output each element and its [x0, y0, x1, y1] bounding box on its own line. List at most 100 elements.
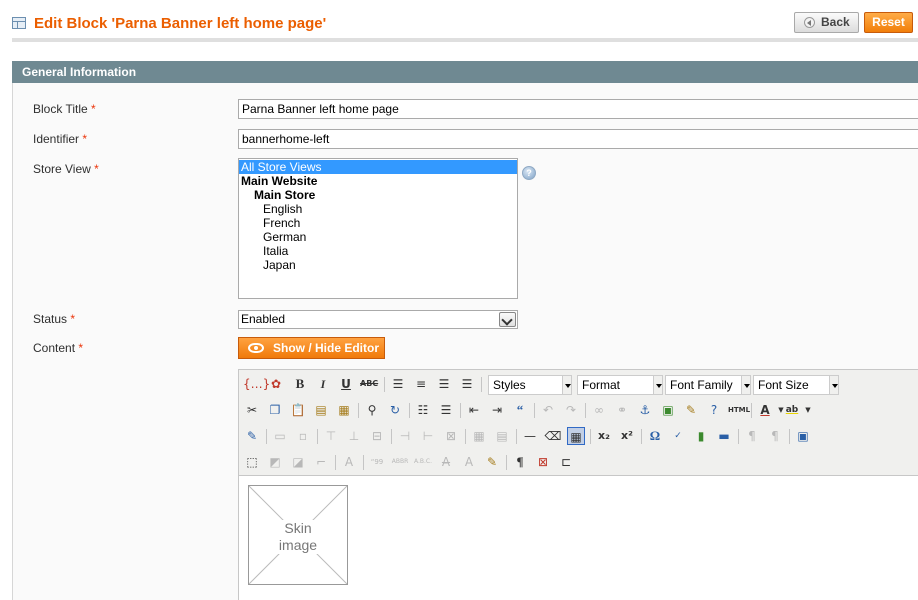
copy-icon[interactable]: ❐	[266, 401, 284, 419]
numbered-list-icon[interactable]: ☰	[437, 401, 455, 419]
special-char-icon[interactable]: Ω	[646, 427, 664, 445]
remove-format-icon[interactable]: ⌫	[544, 427, 562, 445]
align-left-icon[interactable]: ☰	[389, 375, 407, 393]
delete-col-icon[interactable]: ⊠	[442, 427, 460, 445]
store-option-japan[interactable]: Japan	[239, 258, 517, 272]
paste-word-icon[interactable]: ▦	[335, 401, 353, 419]
store-view-multiselect[interactable]: All Store Views Main Website Main Store …	[238, 158, 518, 299]
font-size-dropdown[interactable]: Font Size	[753, 375, 839, 395]
undo-icon[interactable]: ↶	[539, 401, 557, 419]
styles-props-icon[interactable]: A	[340, 453, 358, 471]
rtl-icon[interactable]: ¶	[766, 427, 784, 445]
toolbar-separator	[409, 403, 410, 418]
bold-icon[interactable]: B	[291, 375, 309, 393]
split-cells-icon[interactable]: ▦	[470, 427, 488, 445]
html-source-icon[interactable]: HTML	[728, 401, 750, 419]
image-icon[interactable]: ▣	[659, 401, 677, 419]
store-option-english[interactable]: English	[239, 202, 517, 216]
show-blocks-icon[interactable]: ¶	[511, 453, 529, 471]
store-option-italia[interactable]: Italia	[239, 244, 517, 258]
store-option-german[interactable]: German	[239, 230, 517, 244]
toolbar-separator	[506, 455, 507, 470]
reset-button[interactable]: Reset	[864, 12, 913, 33]
styles-dropdown-label: Styles	[493, 378, 526, 392]
identifier-input[interactable]	[238, 129, 918, 149]
editor-content-area[interactable]: Skin image	[239, 476, 918, 600]
paste-text-icon[interactable]: ▤	[312, 401, 330, 419]
cell-props-icon[interactable]: ▫	[294, 427, 312, 445]
table-props-icon[interactable]: ✎	[243, 427, 261, 445]
outdent-icon[interactable]: ⇤	[465, 401, 483, 419]
variable-icon[interactable]: ✿	[267, 375, 285, 393]
italic-icon[interactable]: I	[314, 375, 332, 393]
format-dropdown[interactable]: Format	[577, 375, 663, 395]
chevron-down-icon	[653, 376, 662, 394]
bullet-list-icon[interactable]: ☷	[414, 401, 432, 419]
del-icon[interactable]: A	[437, 453, 455, 471]
fullscreen-icon[interactable]: ▣	[794, 427, 812, 445]
visual-aid-icon[interactable]: ▦	[567, 427, 585, 445]
non-breaking-icon[interactable]: ⊠	[534, 453, 552, 471]
strikethrough-icon[interactable]: ABC	[360, 375, 378, 393]
acronym-icon[interactable]: A.B.C.	[414, 453, 432, 471]
block-title-input[interactable]	[238, 99, 918, 119]
redo-icon[interactable]: ↷	[562, 401, 580, 419]
subscript-icon[interactable]: x₂	[595, 427, 613, 445]
row-props-icon[interactable]: ▭	[271, 427, 289, 445]
font-family-dropdown[interactable]: Font Family	[665, 375, 751, 395]
replace-icon[interactable]: ↻	[386, 401, 404, 419]
media-icon[interactable]: ▮	[692, 427, 710, 445]
underline-icon[interactable]: U	[337, 375, 355, 393]
insert-col-after-icon[interactable]: ⊢	[419, 427, 437, 445]
skin-image-placeholder[interactable]: Skin image	[248, 485, 348, 585]
insert-layer-box-icon[interactable]: ⬚	[243, 453, 261, 471]
align-justify-icon[interactable]: ☰	[458, 375, 476, 393]
delete-row-icon[interactable]: ⊟	[368, 427, 386, 445]
store-option-french[interactable]: French	[239, 216, 517, 230]
insert-col-before-icon[interactable]: ⊣	[396, 427, 414, 445]
toolbar-separator	[363, 455, 364, 470]
page-title: Edit Block 'Parna Banner left home page'	[34, 15, 327, 32]
ins-icon[interactable]: A	[460, 453, 478, 471]
insert-row-after-icon[interactable]: ⊥	[345, 427, 363, 445]
anchor-icon[interactable]: ⚓	[636, 401, 654, 419]
unlink-icon[interactable]: ⚭	[613, 401, 631, 419]
help-circle-icon[interactable]: ?	[705, 401, 723, 419]
styles-dropdown[interactable]: Styles	[488, 375, 572, 395]
background-color-dropdown-icon[interactable]: ▼	[799, 401, 817, 419]
font-family-dropdown-label: Font Family	[670, 378, 733, 392]
block-title-label-text: Block Title	[33, 102, 88, 116]
show-hide-editor-button[interactable]: Show / Hide Editor	[238, 337, 385, 359]
paste-icon[interactable]: 📋	[289, 401, 307, 419]
cut-icon[interactable]: ✂	[243, 401, 261, 419]
align-right-icon[interactable]: ☰	[435, 375, 453, 393]
page-break-icon[interactable]: ⊏	[557, 453, 575, 471]
blockquote-icon[interactable]: “	[511, 401, 529, 419]
ltr-icon[interactable]: ¶	[743, 427, 761, 445]
cite-icon[interactable]: “99	[368, 453, 386, 471]
superscript-icon[interactable]: x²	[618, 427, 636, 445]
horizontal-rule-icon[interactable]: —	[521, 427, 539, 445]
indent-icon[interactable]: ⇥	[488, 401, 506, 419]
widget-icon[interactable]: {…}	[243, 375, 270, 393]
back-button[interactable]: Back	[794, 12, 859, 33]
move-forward-icon[interactable]: ◩	[266, 453, 284, 471]
spellcheck-icon[interactable]: ✓	[669, 427, 687, 445]
absolute-position-icon[interactable]: ⌐	[312, 453, 330, 471]
cleanup-icon[interactable]: ✎	[682, 401, 700, 419]
toolbar-separator	[391, 429, 392, 444]
merge-cells-icon[interactable]: ▤	[493, 427, 511, 445]
attributes-icon[interactable]: ✎	[483, 453, 501, 471]
store-option-all[interactable]: All Store Views	[239, 160, 517, 174]
abbr-icon[interactable]: ABBR	[391, 453, 409, 471]
toolbar-separator	[641, 429, 642, 444]
status-select[interactable]: Enabled	[238, 310, 518, 329]
insert-layer-icon[interactable]: ▬	[715, 427, 733, 445]
insert-row-before-icon[interactable]: ⊤	[322, 427, 340, 445]
align-center-icon[interactable]: ≡	[412, 375, 430, 393]
toolbar-separator	[481, 377, 482, 392]
move-backward-icon[interactable]: ◪	[289, 453, 307, 471]
help-icon[interactable]: ?	[522, 166, 536, 180]
find-icon[interactable]: ⚲	[363, 401, 381, 419]
link-icon[interactable]: ∞	[590, 401, 608, 419]
